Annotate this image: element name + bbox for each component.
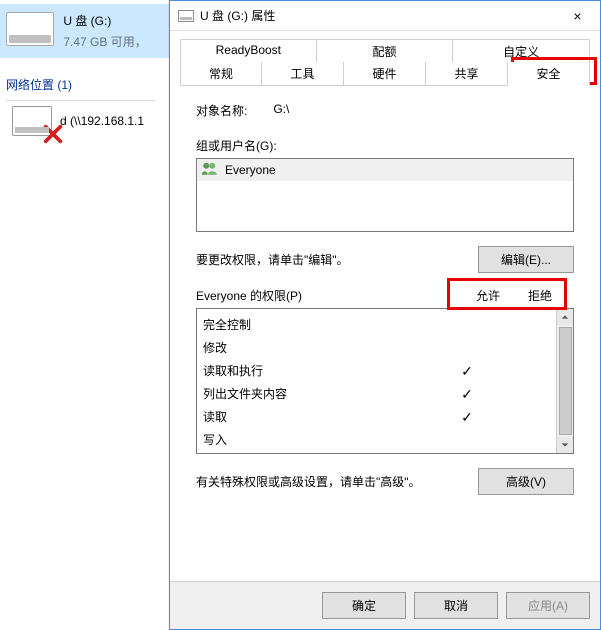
- list-item[interactable]: Everyone: [197, 159, 573, 181]
- ok-button[interactable]: 确定: [322, 592, 406, 619]
- deny-column-label: 拒绝: [528, 287, 552, 304]
- tab-general[interactable]: 常规: [180, 62, 262, 85]
- network-drive-label: d (\\192.168.1.1: [60, 114, 144, 128]
- tab-bar: ReadyBoost 配额 自定义 常规 工具 硬件 共享 安全: [170, 31, 600, 85]
- drive-label-block: U 盘 (G:) 7.47 GB 可用，: [63, 12, 146, 50]
- permission-row: 读取 ✓: [203, 405, 550, 428]
- permission-row: 修改: [203, 336, 550, 359]
- drive-label: U 盘 (G:): [63, 12, 146, 29]
- allow-mark: ✓: [456, 410, 478, 424]
- group-list-label: 组或用户名(G):: [196, 137, 574, 154]
- scrollbar[interactable]: [556, 309, 573, 453]
- dialog-title: U 盘 (G:) 属性: [200, 7, 275, 24]
- tab-hardware[interactable]: 硬件: [344, 62, 426, 85]
- tab-customize[interactable]: 自定义: [453, 39, 590, 63]
- edit-hint-text: 要更改权限，请单击"编辑"。: [196, 251, 349, 268]
- group-listbox[interactable]: Everyone: [196, 158, 574, 232]
- dialog-button-bar: 确定 取消 应用(A): [170, 581, 600, 629]
- allow-column-label: 允许: [476, 287, 500, 304]
- titlebar: U 盘 (G:) 属性 ×: [170, 1, 600, 31]
- tab-tools[interactable]: 工具: [262, 62, 344, 85]
- advanced-button[interactable]: 高级(V): [478, 468, 574, 495]
- drive-subtext: 7.47 GB 可用，: [63, 33, 146, 50]
- group-name: Everyone: [225, 163, 276, 177]
- drive-list-item[interactable]: U 盘 (G:) 7.47 GB 可用，: [0, 4, 170, 58]
- security-tab-content: 对象名称: G:\ 组或用户名(G): Everyone 要更改权限，请单击"编…: [180, 85, 590, 581]
- apply-button: 应用(A): [506, 592, 590, 619]
- permission-row: 写入: [203, 428, 550, 451]
- scroll-thumb[interactable]: [559, 327, 572, 435]
- tab-sharing[interactable]: 共享: [426, 62, 508, 85]
- close-button[interactable]: ×: [555, 1, 600, 30]
- properties-dialog: U 盘 (G:) 属性 × ReadyBoost 配额 自定义 常规 工具 硬件…: [169, 0, 601, 630]
- cancel-button[interactable]: 取消: [414, 592, 498, 619]
- deny-mark: [512, 387, 534, 401]
- network-section-header: 网络位置 (1): [0, 72, 160, 97]
- tab-quota[interactable]: 配额: [317, 39, 454, 63]
- network-drive-icon: [12, 106, 52, 136]
- permissions-list: 完全控制修改读取和执行 ✓ 列出文件夹内容 ✓ 读取 ✓ 写入: [197, 309, 556, 453]
- permission-name: 修改: [203, 339, 227, 356]
- permission-name: 列出文件夹内容: [203, 385, 287, 402]
- tab-readyboost[interactable]: ReadyBoost: [180, 39, 317, 63]
- permission-row: 列出文件夹内容 ✓: [203, 382, 550, 405]
- permission-name: 写入: [203, 431, 227, 448]
- permissions-header-label: Everyone 的权限(P): [196, 287, 302, 304]
- deny-mark: [512, 364, 534, 378]
- deny-mark: [512, 410, 534, 424]
- permission-name: 完全控制: [203, 316, 251, 333]
- object-name-value: G:\: [273, 102, 289, 119]
- permission-name: 读取和执行: [203, 362, 263, 379]
- object-name-label: 对象名称:: [196, 102, 247, 119]
- permission-row: 读取和执行 ✓: [203, 359, 550, 382]
- allow-mark: ✓: [456, 387, 478, 401]
- drive-icon: [178, 10, 194, 22]
- scroll-up-icon[interactable]: [557, 309, 573, 325]
- group-icon: [201, 161, 219, 178]
- network-drive-item[interactable]: d (\\192.168.1.1: [12, 106, 144, 136]
- tab-security[interactable]: 安全: [508, 62, 590, 85]
- edit-button[interactable]: 编辑(E)...: [478, 246, 574, 273]
- usb-drive-icon: [6, 12, 54, 46]
- permission-name: 读取: [203, 408, 227, 425]
- permission-row: 完全控制: [203, 313, 550, 336]
- close-icon: ×: [573, 8, 581, 24]
- allow-mark: ✓: [456, 364, 478, 378]
- advanced-hint-text: 有关特殊权限或高级设置，请单击"高级"。: [196, 473, 421, 490]
- scroll-down-icon[interactable]: [557, 437, 573, 453]
- permissions-listbox: 完全控制修改读取和执行 ✓ 列出文件夹内容 ✓ 读取 ✓ 写入: [196, 308, 574, 454]
